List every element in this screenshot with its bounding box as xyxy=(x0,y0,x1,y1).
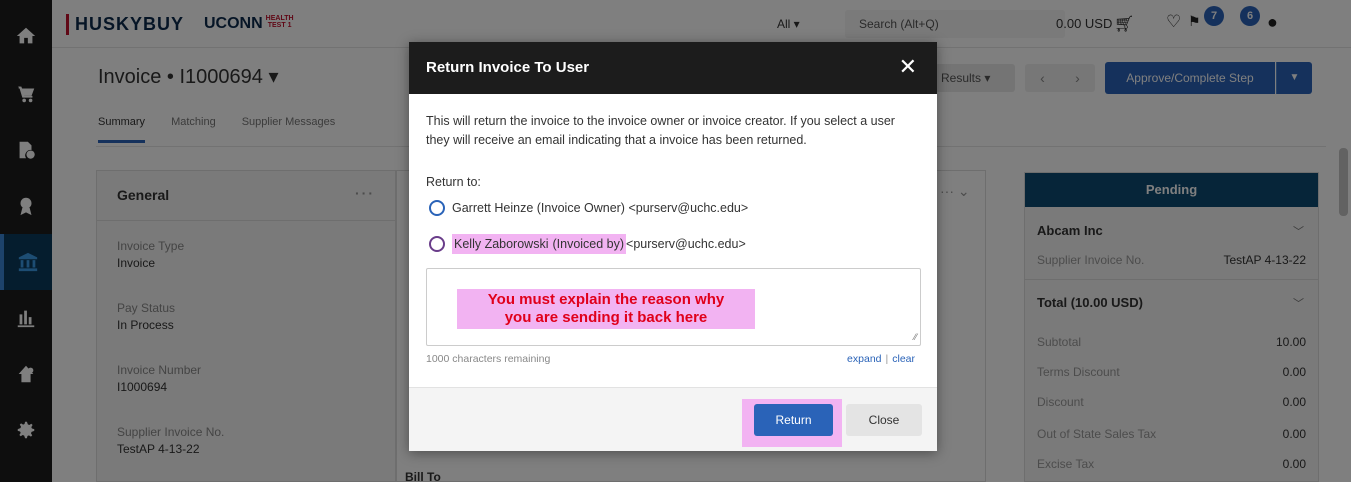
radio-button[interactable] xyxy=(429,236,445,252)
expand-link[interactable]: expand xyxy=(847,353,881,365)
characters-remaining: 1000 characters remaining xyxy=(426,353,551,365)
textarea-actions: expand | clear xyxy=(847,353,915,365)
radio-button[interactable] xyxy=(429,200,445,216)
return-button[interactable]: Return xyxy=(754,404,833,436)
note-line-1: You must explain the reason why xyxy=(487,291,725,308)
clear-link[interactable]: clear xyxy=(892,353,915,365)
close-icon[interactable]: ✕ xyxy=(899,54,917,80)
return-invoice-dialog: Return Invoice To User ✕ This will retur… xyxy=(409,42,937,451)
dialog-description: This will return the invoice to the invo… xyxy=(426,114,895,147)
close-button[interactable]: Close xyxy=(846,404,922,436)
radio-label-email[interactable]: <purserv@uchc.edu> xyxy=(626,237,746,251)
dialog-footer: Return Close xyxy=(409,387,937,451)
dialog-header: Return Invoice To User ✕ xyxy=(409,42,937,94)
note-line-2: you are sending it back here xyxy=(504,309,708,326)
radio-option-invoiced-by[interactable]: Kelly Zaborowski (Invoiced by) <purserv@… xyxy=(429,234,746,254)
radio-option-invoice-owner[interactable]: Garrett Heinze (Invoice Owner) <purserv@… xyxy=(429,200,748,216)
reason-textarea[interactable]: You must explain the reason why you are … xyxy=(426,268,921,346)
annotation-note: You must explain the reason why you are … xyxy=(457,289,755,329)
return-to-label: Return to: xyxy=(426,175,481,189)
radio-label[interactable]: Garrett Heinze (Invoice Owner) <purserv@… xyxy=(452,201,748,215)
radio-label-name[interactable]: Kelly Zaborowski xyxy=(452,234,551,254)
dialog-title: Return Invoice To User xyxy=(426,59,590,76)
resize-handle-icon[interactable]: ⁄⁄ xyxy=(914,332,917,342)
radio-label-role[interactable]: (Invoiced by) xyxy=(550,234,627,254)
